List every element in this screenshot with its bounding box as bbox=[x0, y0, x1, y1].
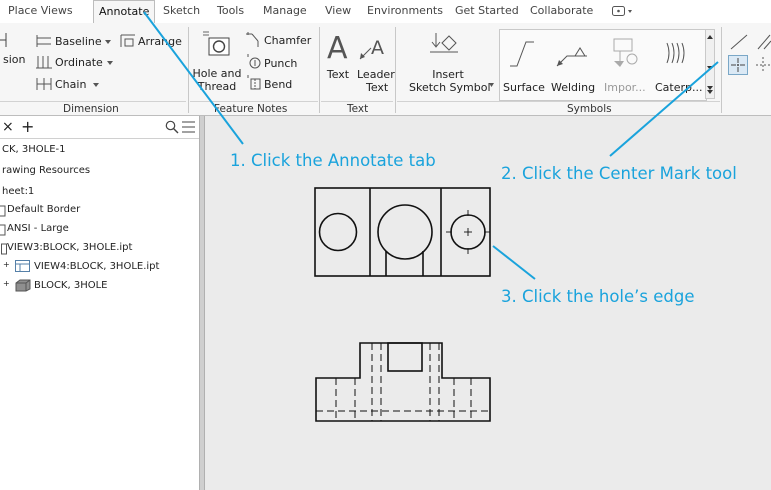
callout-step-1: 1. Click the Annotate tab bbox=[230, 151, 436, 170]
top-view[interactable] bbox=[314, 187, 491, 277]
callout-step-3: 3. Click the hole’s edge bbox=[501, 287, 695, 306]
hidden-lines bbox=[316, 343, 490, 421]
callout-step-2: 2. Click the Center Mark tool bbox=[501, 164, 737, 183]
front-view[interactable] bbox=[315, 342, 491, 422]
hole-right[interactable] bbox=[446, 210, 490, 254]
drawing-views bbox=[143, 11, 719, 422]
